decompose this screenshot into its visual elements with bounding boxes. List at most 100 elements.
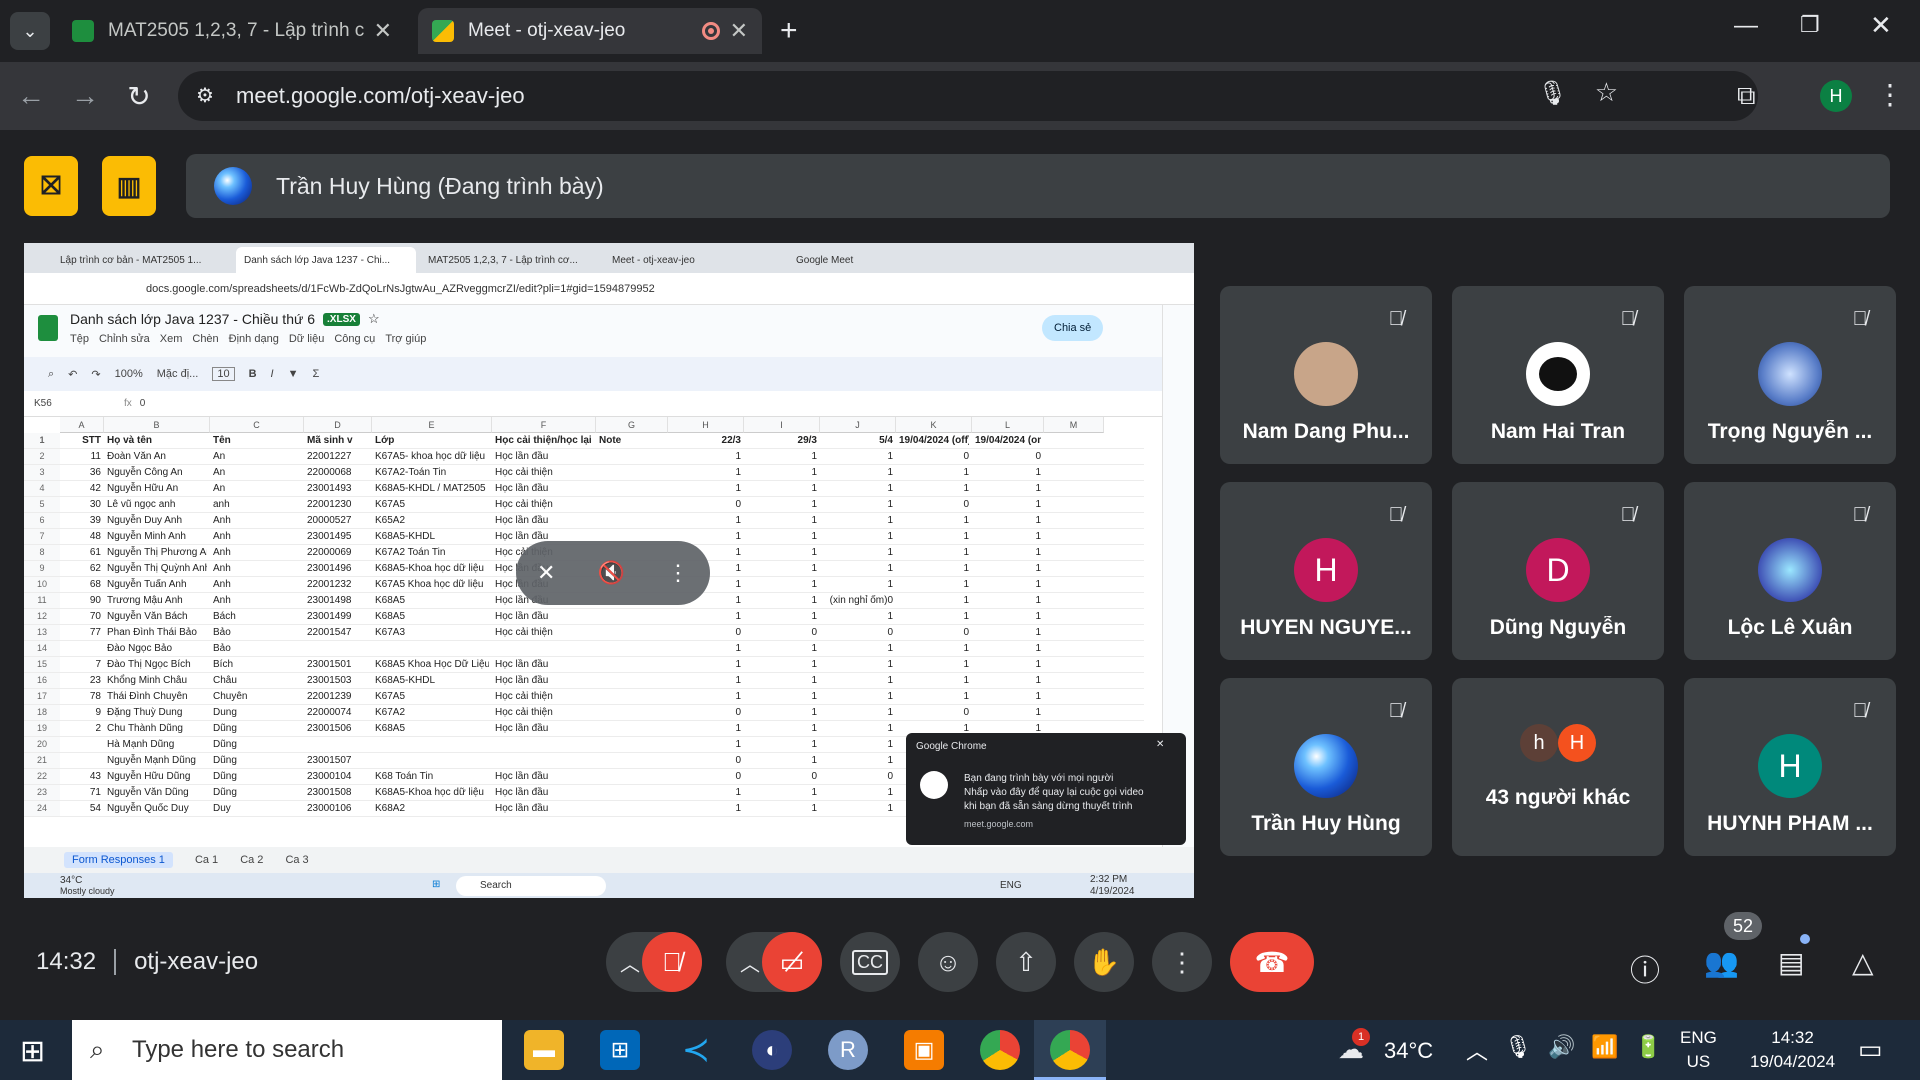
cell: 1: [811, 467, 817, 478]
close-tab-icon[interactable]: ✕: [374, 18, 392, 44]
raise-hand-button[interactable]: ✋: [1074, 932, 1134, 992]
r-icon[interactable]: R: [828, 1030, 868, 1070]
taskbar-search[interactable]: ⌕ Type here to search: [72, 1020, 502, 1080]
avatar: [1758, 538, 1822, 602]
bookmark-star-icon[interactable]: ☆: [1595, 77, 1618, 108]
forward-icon[interactable]: →: [68, 80, 102, 112]
mic-control-group: ︿ 🎙̸: [606, 932, 702, 992]
cell: Trương Mậu Anh: [107, 595, 183, 606]
participant-name: Nam Dang Phu...: [1242, 420, 1410, 443]
minimize-icon[interactable]: —: [1734, 12, 1758, 40]
chevron-up-icon[interactable]: ︿: [620, 948, 640, 977]
wifi-icon[interactable]: 📶: [1591, 1034, 1618, 1066]
clock-time[interactable]: 14:32: [1750, 1026, 1835, 1050]
divider: [114, 949, 117, 975]
store-icon[interactable]: ⊞: [600, 1030, 640, 1070]
chrome-icon[interactable]: [980, 1030, 1020, 1070]
participant-tile[interactable]: 🎙̸ Lộc Lê Xuân: [1684, 482, 1896, 660]
cell: 22001227: [307, 451, 352, 462]
cell: Anh: [213, 595, 231, 606]
chrome-active-slot[interactable]: [1034, 1020, 1106, 1080]
close-tab-icon[interactable]: ✕: [730, 18, 748, 44]
participant-tile[interactable]: 🎙̸ H HUYNH PHAM ...: [1684, 678, 1896, 856]
extensions-icon[interactable]: ⧉: [1737, 80, 1756, 112]
back-icon[interactable]: ←: [14, 80, 48, 112]
chevron-up-icon[interactable]: ︿: [740, 948, 760, 977]
activities-icon[interactable]: △: [1852, 946, 1874, 979]
stop-presentation-icon[interactable]: ⛝: [24, 156, 78, 216]
shared-tab-title: Lập trình cơ bản - MAT2505 1...: [60, 254, 202, 266]
new-tab-icon[interactable]: +: [780, 14, 798, 48]
participant-tile[interactable]: 🎙̸ Nam Dang Phu...: [1220, 286, 1432, 464]
participant-tile-others[interactable]: h H 43 người khác: [1452, 678, 1664, 856]
url-bar[interactable]: ⚙ meet.google.com/otj-xeav-jeo 🎙 ☆: [178, 71, 1758, 121]
tab-mat2505[interactable]: MAT2505 1,2,3, 7 - Lập trình cơ ✕: [58, 8, 406, 54]
battery-icon[interactable]: 🔋: [1635, 1034, 1662, 1066]
cell: 1: [811, 675, 817, 686]
more-icon: ⋮: [666, 560, 689, 585]
meeting-info-icon[interactable]: ⓘ: [1630, 946, 1660, 990]
row-number: 15: [24, 657, 60, 672]
participant-tile[interactable]: 🎙̸ D Dũng Nguyễn: [1452, 482, 1664, 660]
sheet-tab: Ca 2: [240, 854, 264, 866]
participant-tile[interactable]: 🎙̸ Trọng Nguyễn ...: [1684, 286, 1896, 464]
undo-icon: ↶: [68, 368, 78, 381]
cell: 0: [735, 499, 741, 510]
vscode-icon[interactable]: ≺: [676, 1030, 716, 1070]
tab-meet[interactable]: Meet - otj-xeav-jeo ✕: [418, 8, 762, 54]
chevron-up-icon[interactable]: ︿: [1466, 1034, 1488, 1066]
cell: K68 Toán Tin: [375, 771, 434, 782]
close-window-icon[interactable]: ✕: [1870, 10, 1892, 41]
camera-toggle-button[interactable]: ▭̸: [762, 932, 822, 992]
avatar-initial: D: [1526, 538, 1590, 602]
table-row: 3 36 Nguyễn Công An An 22000068 K67A2-Toán Ti…: [24, 465, 1144, 481]
microphone-icon[interactable]: 🎙: [1538, 79, 1568, 108]
cell: Học cải thiện: [495, 499, 553, 510]
sheets-menu: Tệp Chỉnh sửa Xem Chèn Định dạng Dữ liệu…: [70, 333, 426, 345]
cell: Dũng: [213, 723, 237, 734]
file-explorer-icon[interactable]: ▬: [524, 1030, 564, 1070]
reactions-button[interactable]: ☺: [918, 932, 978, 992]
cell: Nguyễn Mạnh Dũng: [107, 755, 196, 766]
lang-bottom[interactable]: US: [1680, 1050, 1717, 1074]
profile-avatar[interactable]: H: [1820, 80, 1852, 112]
lang-top[interactable]: ENG: [1680, 1026, 1717, 1050]
cell: 1: [1035, 499, 1041, 510]
windows-start-icon[interactable]: ⊞: [20, 1034, 45, 1069]
chat-icon[interactable]: ▤: [1778, 946, 1804, 979]
cell: 1: [1035, 595, 1041, 606]
leave-call-button[interactable]: ☎: [1230, 932, 1314, 992]
microphone-icon[interactable]: 🎙: [1504, 1034, 1532, 1066]
participant-tile[interactable]: 🎙̸ H HUYEN NGUYE...: [1220, 482, 1432, 660]
cell: 1: [811, 515, 817, 526]
notifications-icon[interactable]: ▭: [1858, 1034, 1883, 1065]
participant-tile[interactable]: 🎙̸ Trần Huy Hùng: [1220, 678, 1432, 856]
reload-icon[interactable]: ↻: [122, 80, 156, 113]
cell: Học lần đầu: [495, 515, 549, 526]
cell: Chuyên: [213, 691, 248, 702]
layout-icon[interactable]: ▥: [102, 156, 156, 216]
eclipse-icon[interactable]: ◐: [752, 1030, 792, 1070]
clock-date[interactable]: 19/04/2024: [1750, 1050, 1835, 1074]
restore-icon[interactable]: ❐: [1800, 12, 1820, 38]
cell: 0: [811, 627, 817, 638]
mic-toggle-button[interactable]: 🎙̸: [642, 932, 702, 992]
pdf-icon[interactable]: ▣: [904, 1030, 944, 1070]
captions-button[interactable]: CC: [840, 932, 900, 992]
row-number: 7: [24, 529, 60, 544]
shared-screen[interactable]: Lập trình cơ bản - MAT2505 1... Danh sác…: [24, 243, 1194, 899]
participant-tile[interactable]: 🎙̸ Nam Hai Tran: [1452, 286, 1664, 464]
hand-icon: ✋: [1087, 946, 1121, 977]
formula-bar: K56 fx 0: [24, 391, 1194, 417]
people-icon[interactable]: 👥: [1704, 946, 1739, 979]
cell: 1: [887, 659, 893, 670]
cell: 1: [887, 563, 893, 574]
cell: 23001507: [307, 755, 352, 766]
volume-icon[interactable]: 🔊: [1548, 1034, 1575, 1066]
more-options-button[interactable]: ⋮: [1152, 932, 1212, 992]
present-button[interactable]: ⇧: [996, 932, 1056, 992]
site-settings-icon[interactable]: ⚙: [196, 83, 214, 108]
tab-search-icon[interactable]: ⌄: [10, 12, 50, 50]
chrome-menu-icon[interactable]: ⋮: [1876, 78, 1904, 111]
cell: 1: [735, 483, 741, 494]
